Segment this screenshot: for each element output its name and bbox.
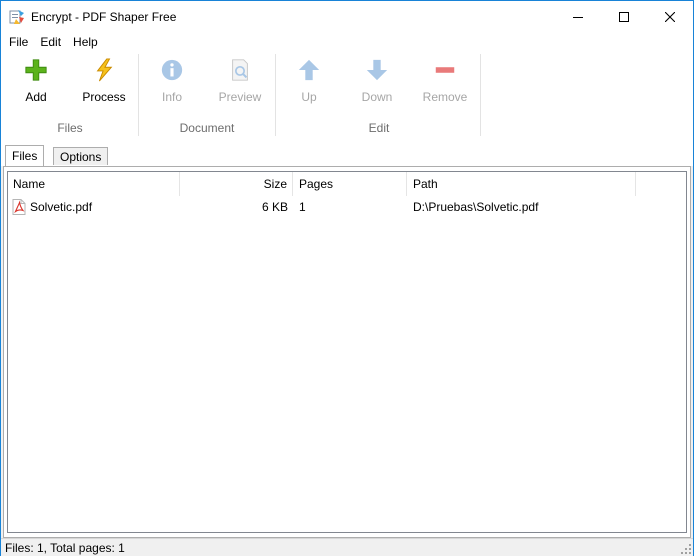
arrow-up-icon [298, 59, 320, 81]
title-bar[interactable]: Encrypt - PDF Shaper Free [1, 1, 693, 32]
file-list[interactable]: Name Size Pages Path Solvetic.pdf 6 KB 1… [7, 171, 687, 533]
plus-icon [25, 59, 47, 81]
preview-button[interactable]: Preview [208, 58, 272, 104]
maximize-icon [619, 11, 629, 22]
info-button[interactable]: Info [140, 58, 204, 104]
ribbon-separator [275, 54, 276, 136]
up-label: Up [301, 90, 317, 104]
add-label: Add [25, 90, 47, 104]
column-header-pages[interactable]: Pages [293, 172, 407, 196]
maximize-button[interactable] [601, 1, 647, 32]
column-header-path[interactable]: Path [407, 172, 636, 196]
ribbon-separator [138, 54, 139, 136]
cell-path: D:\Pruebas\Solvetic.pdf [413, 200, 539, 214]
arrow-down-icon [366, 59, 388, 81]
down-label: Down [361, 90, 393, 104]
minimize-button[interactable] [555, 1, 601, 32]
files-tab-panel: Name Size Pages Path Solvetic.pdf 6 KB 1… [3, 166, 691, 538]
column-header-name[interactable]: Name [8, 172, 180, 196]
remove-label: Remove [422, 90, 468, 104]
preview-icon [232, 59, 248, 81]
window-title: Encrypt - PDF Shaper Free [31, 9, 177, 24]
cell-name: Solvetic.pdf [12, 197, 180, 217]
group-label-document: Document [179, 121, 235, 135]
minus-icon [435, 67, 455, 73]
down-button[interactable]: Down [345, 58, 409, 104]
tab-options[interactable]: Options [53, 147, 109, 165]
info-label: Info [161, 90, 182, 104]
menu-bar: File Edit Help [1, 32, 693, 52]
ribbon-separator [480, 54, 481, 136]
group-label-files: Files [57, 121, 83, 135]
pdf-file-icon [12, 199, 26, 215]
close-button[interactable] [647, 1, 693, 32]
file-name: Solvetic.pdf [30, 200, 93, 214]
menu-edit[interactable]: Edit [34, 35, 67, 49]
info-icon [161, 59, 183, 81]
preview-label: Preview [218, 90, 262, 104]
resize-grip-icon[interactable] [681, 544, 691, 554]
status-text: Files: 1, Total pages: 1 [5, 540, 125, 555]
add-button[interactable]: Add [4, 58, 68, 104]
menu-file[interactable]: File [3, 35, 34, 49]
lightning-icon [96, 58, 113, 82]
process-label: Process [82, 90, 126, 104]
column-header-size[interactable]: Size [180, 172, 293, 196]
cell-size: 6 KB [261, 200, 288, 214]
up-button[interactable]: Up [277, 58, 341, 104]
table-row[interactable]: Solvetic.pdf 6 KB 1 D:\Pruebas\Solvetic.… [8, 197, 686, 217]
tab-files[interactable]: Files [5, 145, 45, 166]
list-header: Name Size Pages Path [8, 172, 686, 196]
cell-pages: 1 [299, 200, 306, 214]
process-button[interactable]: Process [72, 58, 136, 104]
close-icon [665, 11, 675, 22]
app-logo-icon [9, 9, 24, 24]
tab-strip: Files Options [1, 144, 693, 166]
app-window: Encrypt - PDF Shaper Free File Edit Help… [0, 0, 694, 556]
remove-button[interactable]: Remove [413, 58, 477, 104]
ribbon-toolbar: Add Process Files Info Preview Document … [1, 52, 693, 144]
window-controls [555, 1, 693, 32]
menu-help[interactable]: Help [67, 35, 104, 49]
minimize-icon [573, 16, 583, 18]
group-label-edit: Edit [368, 121, 390, 135]
status-bar: Files: 1, Total pages: 1 [1, 538, 693, 556]
